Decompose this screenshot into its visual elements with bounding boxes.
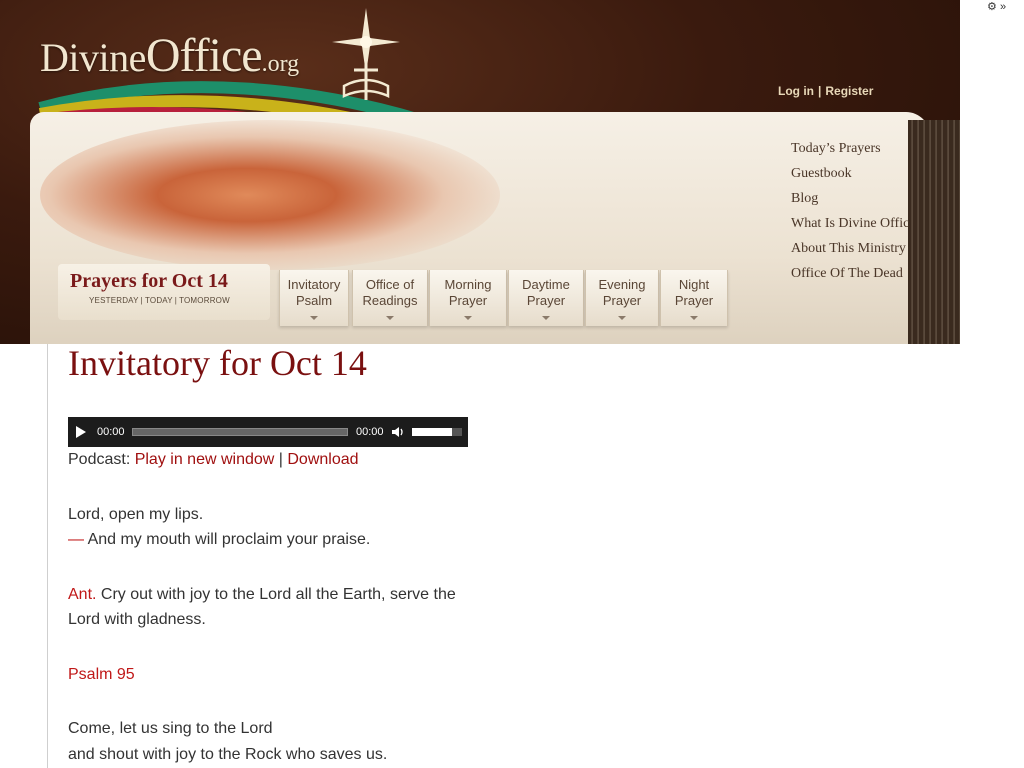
register-link[interactable]: Register <box>825 84 873 98</box>
psalm-line: and shout with joy to the Rock who saves… <box>68 746 388 763</box>
date-navigation: YESTERDAY | TODAY | TOMORROW <box>89 296 230 305</box>
nav-guestbook[interactable]: Guestbook <box>791 165 909 190</box>
logo-word-office: Office <box>145 29 263 82</box>
tab-label: Daytime Prayer <box>522 277 570 308</box>
verse-line: Lord, open my lips. <box>68 506 204 523</box>
book-edge-decoration <box>908 120 960 344</box>
antiphon-text: Cry out with joy to the Lord all the Ear… <box>96 586 456 603</box>
nav-what-is-divine-office[interactable]: What Is Divine Office <box>791 215 909 240</box>
download-link[interactable]: Download <box>287 451 358 468</box>
content-left-border <box>47 344 48 768</box>
antiphon-label: Ant. <box>68 586 97 603</box>
tab-evening-prayer[interactable]: Evening Prayer <box>585 270 659 326</box>
nav-office-of-the-dead[interactable]: Office Of The Dead <box>791 265 909 290</box>
tab-invitatory-psalm[interactable]: Invitatory Psalm <box>279 270 349 326</box>
psalm-line: Come, let us sing to the Lord <box>68 720 273 737</box>
response-text: And my mouth will proclaim your praise. <box>84 531 371 548</box>
prayers-date-title: Prayers for Oct 14 <box>70 270 228 292</box>
tab-label: Invitatory Psalm <box>287 277 341 308</box>
page-title: Invitatory for Oct 14 <box>68 343 367 383</box>
podcast-separator: | <box>274 451 288 468</box>
logo-word-org: .org <box>261 51 300 77</box>
volume-slider[interactable] <box>412 428 462 436</box>
audio-progress-bar[interactable] <box>132 428 348 436</box>
header-illustration <box>40 120 500 270</box>
antiphon-continuation: Lord with gladness. <box>68 611 206 628</box>
star-cross-logo-icon <box>332 8 400 100</box>
tab-daytime-prayer[interactable]: Daytime Prayer <box>508 270 584 326</box>
nav-blog[interactable]: Blog <box>791 190 909 215</box>
chevron-down-icon <box>690 316 698 320</box>
verse-response: — And my mouth will proclaim your praise… <box>68 527 370 552</box>
psalm-heading: Psalm 95 <box>68 666 135 683</box>
auth-links: Log in | Register <box>778 84 873 98</box>
chevron-down-icon <box>310 316 318 320</box>
chevron-down-icon <box>618 316 626 320</box>
podcast-links: Podcast: Play in new window | Download <box>68 451 359 469</box>
tab-label: Morning Prayer <box>444 277 492 308</box>
login-link[interactable]: Log in <box>778 84 814 98</box>
auth-separator: | <box>818 84 822 98</box>
site-logo[interactable]: DivineOffice.org <box>40 28 299 83</box>
site-header: DivineOffice.org Log in | Register Prayers… <box>0 0 960 344</box>
volume-level <box>412 428 452 436</box>
side-navigation: Today’s Prayers Guestbook Blog What Is D… <box>791 140 909 290</box>
chevron-down-icon <box>386 316 394 320</box>
chevron-down-icon <box>464 316 472 320</box>
today-link[interactable]: TODAY <box>145 296 173 305</box>
settings-icon[interactable]: ⚙ <box>987 1 997 13</box>
chevron-right-icon[interactable]: » <box>1000 1 1006 13</box>
nav-about-this-ministry[interactable]: About This Ministry <box>791 240 909 265</box>
antiphon-line: Ant. Cry out with joy to the Lord all th… <box>68 582 456 607</box>
volume-icon[interactable] <box>391 425 405 439</box>
date-separator: | <box>140 296 143 305</box>
logo-word-divine: Divine <box>40 35 146 80</box>
chevron-down-icon <box>542 316 550 320</box>
tab-label: Office of Readings <box>362 277 418 308</box>
top-right-controls: ⚙ » <box>987 0 1006 13</box>
nav-todays-prayers[interactable]: Today’s Prayers <box>791 140 909 165</box>
audio-player: 00:00 00:00 <box>68 417 468 447</box>
tab-office-of-readings[interactable]: Office of Readings <box>352 270 428 326</box>
response-dash: — <box>68 531 84 548</box>
tomorrow-link[interactable]: TOMORROW <box>179 296 230 305</box>
yesterday-link[interactable]: YESTERDAY <box>89 296 139 305</box>
tab-label: Night Prayer <box>674 277 714 308</box>
tab-label: Evening Prayer <box>598 277 646 308</box>
date-separator: | <box>174 296 178 305</box>
tab-night-prayer[interactable]: Night Prayer <box>660 270 728 326</box>
play-in-new-window-link[interactable]: Play in new window <box>135 451 275 468</box>
current-time: 00:00 <box>97 426 125 438</box>
duration-time: 00:00 <box>356 426 384 438</box>
tab-morning-prayer[interactable]: Morning Prayer <box>429 270 507 326</box>
podcast-label: Podcast: <box>68 451 135 468</box>
play-icon[interactable] <box>76 426 86 438</box>
